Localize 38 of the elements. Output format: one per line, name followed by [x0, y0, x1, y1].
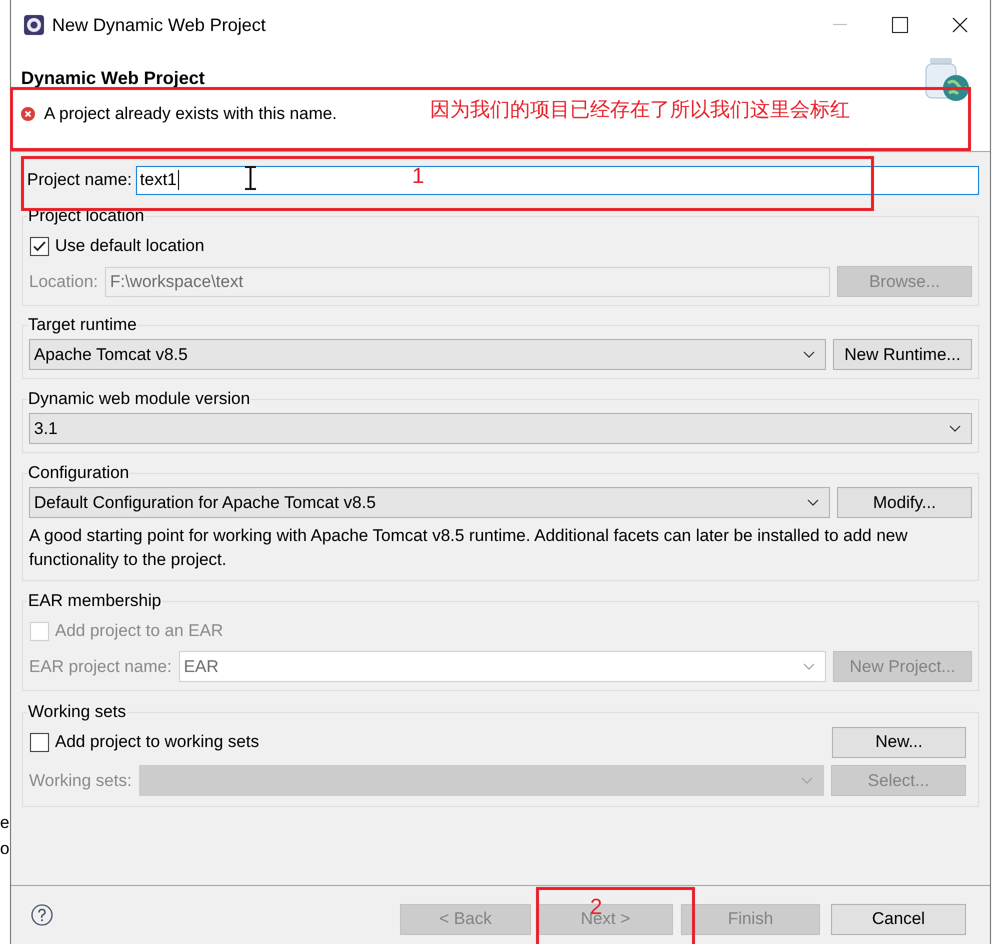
group-title: Working sets: [27, 702, 127, 722]
button[interactable]: Cancel: [831, 904, 966, 934]
checkbox-label: Add project to an EAR: [55, 620, 224, 642]
page-title: Dynamic Web Project: [21, 68, 205, 88]
window-title: New Dynamic Web Project: [52, 14, 266, 37]
group-title: Configuration: [27, 463, 130, 483]
app-icon: [23, 14, 45, 36]
background-text: o: [0, 838, 10, 860]
field-label: Working sets:: [29, 770, 132, 792]
annotation-text: 1: [412, 165, 424, 187]
error-icon: [21, 106, 35, 121]
button[interactable]: Modify...: [837, 487, 972, 518]
input-field: F:\workspace\text: [105, 266, 830, 296]
text-cursor-icon: [244, 166, 257, 190]
checkbox-label: Use default location: [55, 235, 204, 258]
checkbox[interactable]: [30, 236, 49, 256]
description-text: A good starting point for working with Apache Tomcat v8.5 runtime. Additional facets can later be installed to add new functionality to the project.: [29, 525, 909, 571]
group-title: Dynamic web module version: [27, 389, 252, 409]
help-icon[interactable]: [31, 904, 53, 926]
dropdown: EAR: [178, 651, 826, 682]
maximize-icon: [892, 17, 908, 33]
group-title: EAR membership: [27, 591, 162, 611]
error-message: A project already exists with this name.: [44, 103, 337, 125]
checkbox-label: Add project to working sets: [55, 731, 260, 754]
dropdown[interactable]: 3.1: [29, 413, 972, 444]
button[interactable]: New...: [832, 726, 966, 758]
checkbox[interactable]: [30, 732, 49, 752]
dropdown[interactable]: Apache Tomcat v8.5: [29, 339, 826, 370]
field-label: Location:: [29, 270, 98, 293]
group-title: Target runtime: [27, 315, 138, 335]
minimize-icon: [833, 24, 847, 26]
button[interactable]: New Runtime...: [833, 339, 972, 370]
close-icon: [952, 17, 968, 33]
dropdown[interactable]: Default Configuration for Apache Tomcat v8.5: [29, 487, 830, 518]
field-label: Project name:: [27, 169, 132, 192]
annotation-text: 因为我们的项目已经存在了所以我们这里会标红: [430, 100, 850, 120]
field-label: EAR project name:: [29, 656, 172, 678]
background-text: e: [0, 812, 10, 834]
